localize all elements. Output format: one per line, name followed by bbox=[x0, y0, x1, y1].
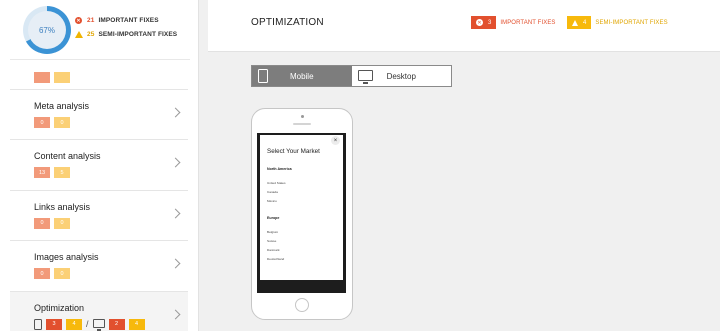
sidebar-item-label: Optimization bbox=[34, 302, 85, 313]
semi-important-badge: 0 bbox=[54, 117, 70, 128]
sidebar-item-links-analysis[interactable]: Links analysis 0 0 bbox=[10, 191, 188, 242]
mobile-important-badge: 3 bbox=[46, 318, 62, 330]
score-ring: 67% bbox=[23, 6, 71, 54]
page-title: OPTIMIZATION bbox=[251, 17, 324, 28]
preview-screen: × Select Your Market North America Unite… bbox=[257, 133, 346, 293]
speaker bbox=[293, 123, 311, 125]
country-link[interactable]: Belgium bbox=[267, 230, 278, 234]
important-badge: 0 bbox=[34, 117, 50, 128]
country-link[interactable]: México bbox=[267, 199, 277, 203]
desktop-semi-important-badge: 4 bbox=[128, 318, 145, 330]
separator: / bbox=[86, 319, 89, 330]
sidebar-item-label: Meta analysis bbox=[34, 101, 90, 111]
important-fixes-badge: ✕ 3 IMPORTANT FIXES bbox=[471, 16, 556, 29]
mobile-icon bbox=[258, 69, 268, 83]
semi-important-badge bbox=[54, 72, 70, 83]
region-heading: Europe bbox=[267, 216, 280, 220]
sidebar-item-content-analysis[interactable]: Content analysis 13 5 bbox=[10, 140, 188, 191]
camera bbox=[301, 115, 304, 118]
important-badge: 13 bbox=[34, 167, 50, 179]
sidebar-item-label: Links analysis bbox=[34, 201, 91, 212]
warning-icon bbox=[75, 31, 83, 38]
sidebar-item-partial[interactable] bbox=[10, 66, 188, 90]
semi-important-fixes-summary: 25 SEMI-IMPORTANT FIXES bbox=[75, 31, 177, 38]
country-link[interactable]: Danmark bbox=[267, 248, 280, 252]
score-summary: 67% ✕ 21 IMPORTANT FIXES 25 SEMI-IMPORTA… bbox=[10, 0, 190, 60]
chevron-right-icon bbox=[170, 309, 181, 320]
semi-important-fixes-badge: 4 SEMI-IMPORTANT FIXES bbox=[567, 16, 668, 29]
modal-title: Select Your Market bbox=[267, 148, 320, 155]
desktop-icon bbox=[357, 70, 373, 84]
country-link[interactable]: Canada bbox=[267, 190, 278, 194]
mobile-semi-important-badge: 4 bbox=[66, 318, 82, 330]
chevron-right-icon bbox=[170, 107, 181, 118]
country-link[interactable]: United States bbox=[267, 181, 286, 185]
sidebar-item-images-analysis[interactable]: Images analysis 0 0 bbox=[10, 241, 188, 292]
warning-icon bbox=[572, 19, 578, 26]
sidebar-item-label: Images analysis bbox=[34, 252, 99, 263]
region-heading: North America bbox=[267, 167, 292, 171]
mobile-preview: × Select Your Market North America Unite… bbox=[251, 108, 353, 320]
important-badge: 0 bbox=[34, 217, 50, 229]
market-modal: × Select Your Market North America Unite… bbox=[260, 135, 343, 280]
mobile-icon bbox=[34, 318, 42, 330]
semi-important-badge: 0 bbox=[54, 217, 70, 229]
sidebar-item-label: Content analysis bbox=[34, 151, 101, 162]
tab-mobile[interactable]: Mobile bbox=[252, 66, 352, 86]
error-icon: ✕ bbox=[75, 17, 82, 24]
important-fixes-summary: ✕ 21 IMPORTANT FIXES bbox=[75, 17, 159, 24]
country-link[interactable]: Deutschland bbox=[267, 257, 284, 261]
chevron-right-icon bbox=[170, 258, 181, 269]
chevron-right-icon bbox=[170, 208, 181, 219]
close-icon[interactable]: × bbox=[331, 136, 340, 145]
error-icon: ✕ bbox=[476, 19, 483, 26]
country-link[interactable]: Suisse bbox=[267, 239, 276, 243]
important-badge bbox=[34, 72, 50, 83]
sidebar-item-optimization[interactable]: Optimization 3 4 / 2 4 bbox=[10, 291, 188, 331]
score-value: 67% bbox=[38, 25, 55, 35]
important-badge: 0 bbox=[34, 268, 50, 280]
tab-desktop[interactable]: Desktop bbox=[352, 66, 452, 86]
home-button bbox=[295, 298, 309, 312]
chevron-right-icon bbox=[170, 157, 181, 168]
device-toggle: Mobile Desktop bbox=[251, 65, 452, 87]
sidebar-item-meta-analysis[interactable]: Meta analysis 0 0 bbox=[10, 90, 188, 141]
page-header: OPTIMIZATION ✕ 3 IMPORTANT FIXES 4 SEMI-… bbox=[208, 0, 720, 52]
semi-important-badge: 5 bbox=[54, 167, 70, 179]
desktop-important-badge: 2 bbox=[108, 318, 125, 330]
sidebar: 67% ✕ 21 IMPORTANT FIXES 25 SEMI-IMPORTA… bbox=[0, 0, 199, 331]
semi-important-badge: 0 bbox=[54, 268, 70, 280]
desktop-icon bbox=[92, 318, 105, 331]
analysis-list: Meta analysis 0 0 Content analysis 13 5 … bbox=[10, 66, 188, 331]
